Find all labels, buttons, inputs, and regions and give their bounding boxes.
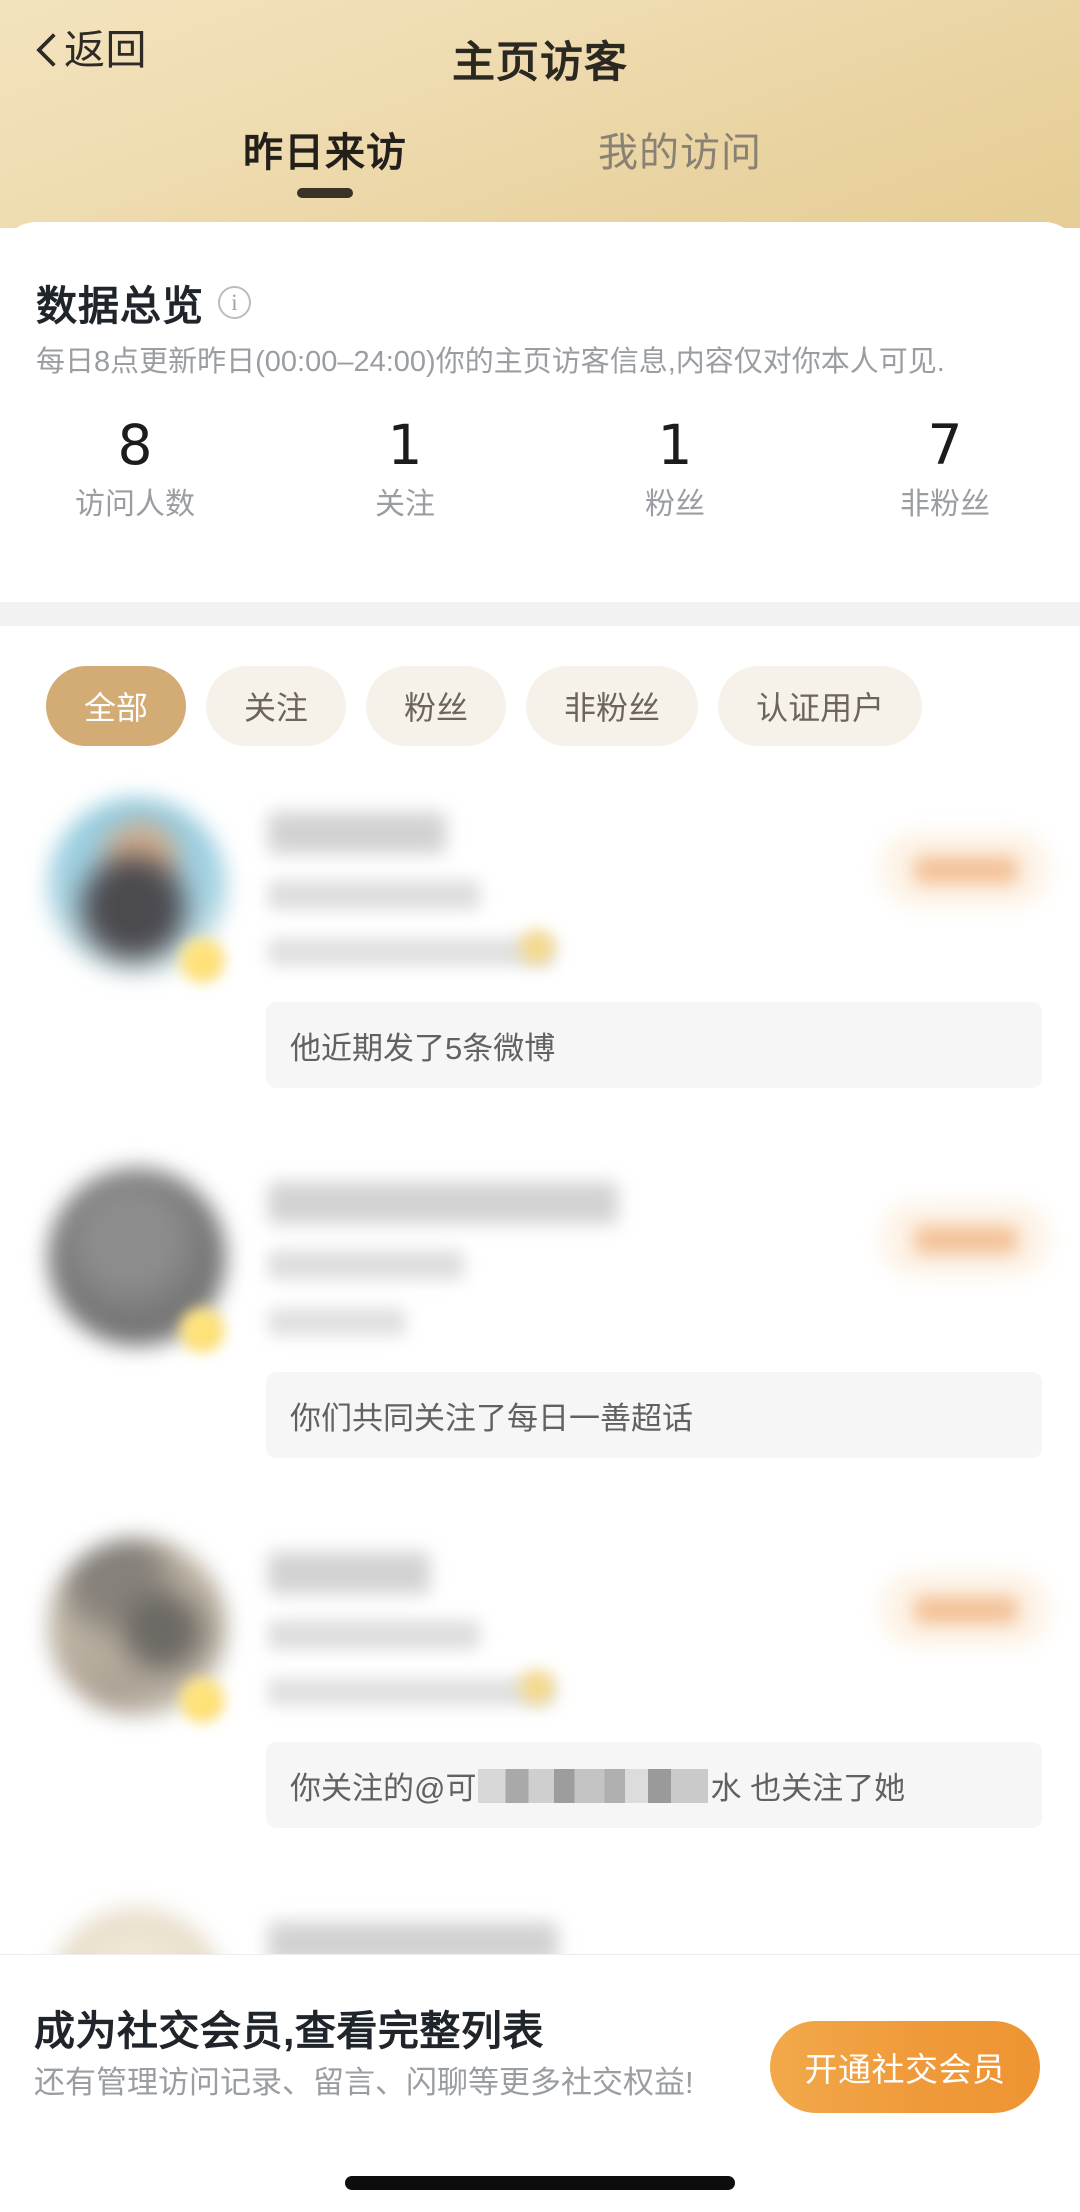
filter-chip-row: 全部 关注 粉丝 非粉丝 认证用户 xyxy=(0,650,1080,762)
visitor-list-item[interactable]: 你们共同关注了每日一善超话 xyxy=(0,1140,1080,1510)
tab-bar: 昨日来访 我的访问 xyxy=(0,128,1080,228)
stat-item[interactable]: 1 关注 xyxy=(270,412,540,526)
chip-label: 关注 xyxy=(244,690,309,726)
relation-note[interactable]: 你们共同关注了每日一善超话 xyxy=(266,1372,1042,1458)
overview-header: 数据总览 i xyxy=(36,272,251,332)
filter-chip-fans[interactable]: 粉丝 xyxy=(366,666,507,746)
relation-text: 你们共同关注了每日一善超话 xyxy=(290,1400,693,1436)
stats-row: 8 访问人数 1 关注 1 粉丝 7 非粉丝 xyxy=(0,412,1080,526)
tab-yesterday-visits[interactable]: 昨日来访 xyxy=(200,128,450,198)
chip-label: 认证用户 xyxy=(756,690,885,726)
data-overview-card: 数据总览 i 每日8点更新昨日(00:00–24:00)你的主页访客信息,内容仅… xyxy=(0,222,1080,602)
redaction-mosaic xyxy=(478,1769,709,1803)
visitor-meta-redacted xyxy=(268,1678,554,1706)
home-indicator xyxy=(345,2176,735,2190)
stat-item[interactable]: 7 非粉丝 xyxy=(810,412,1080,526)
relation-text: 你关注的@可 水 也关注了她 xyxy=(290,1763,905,1808)
visitor-name-redacted xyxy=(268,1182,618,1224)
visitor-meta-redacted xyxy=(268,1308,406,1336)
follow-button[interactable] xyxy=(878,1200,1052,1278)
visitor-subtitle-redacted xyxy=(268,1250,464,1280)
nav-bar: 返回 主页访客 xyxy=(0,0,1080,118)
page-title: 主页访客 xyxy=(452,39,628,87)
filter-chip-verified[interactable]: 认证用户 xyxy=(718,666,923,746)
header-banner: 返回 主页访客 昨日来访 我的访问 xyxy=(0,0,1080,228)
follow-button[interactable] xyxy=(878,830,1052,908)
chip-label: 非粉丝 xyxy=(564,690,661,726)
homepage-visitors-screen: 返回 主页访客 昨日来访 我的访问 数据总览 i 每日8点更新昨日(00:00–… xyxy=(0,0,1080,2212)
filter-chip-all[interactable]: 全部 xyxy=(46,666,187,746)
visitor-name-redacted xyxy=(268,812,446,854)
overview-description: 每日8点更新昨日(00:00–24:00)你的主页访客信息,内容仅对你本人可见. xyxy=(36,346,945,378)
cta-button-label: 开通社交会员 xyxy=(804,2051,1006,2088)
tab-label: 昨日来访 xyxy=(243,131,407,175)
chip-label: 粉丝 xyxy=(404,690,469,726)
stat-label: 关注 xyxy=(375,488,435,521)
relation-note[interactable]: 他近期发了5条微博 xyxy=(266,1002,1042,1088)
visitor-list-item[interactable]: 他近期发了5条微博 xyxy=(0,770,1080,1140)
verified-badge-icon xyxy=(180,1308,224,1352)
section-divider xyxy=(0,602,1080,626)
relation-text-suffix: 水 也关注了她 xyxy=(710,1770,906,1806)
visitor-name-redacted xyxy=(268,1552,430,1594)
visitor-list[interactable]: 他近期发了5条微博 你们共同关注了每日一善超话 你关注的@可 水 也关注了她 xyxy=(0,770,1080,1970)
stat-item[interactable]: 1 粉丝 xyxy=(540,412,810,526)
verified-badge-icon xyxy=(180,1678,224,1722)
overview-title: 数据总览 xyxy=(36,283,204,329)
tab-label: 我的访问 xyxy=(598,131,762,175)
stat-label: 访问人数 xyxy=(75,488,195,521)
visitor-subtitle-redacted xyxy=(268,880,480,910)
stat-item[interactable]: 8 访问人数 xyxy=(0,412,270,526)
stat-label: 粉丝 xyxy=(645,488,705,521)
relation-text-prefix: 你关注的@可 xyxy=(290,1770,477,1806)
filter-chip-non-fans[interactable]: 非粉丝 xyxy=(526,666,699,746)
open-membership-button[interactable]: 开通社交会员 xyxy=(770,2021,1040,2113)
chip-label: 全部 xyxy=(84,690,149,726)
visitor-list-item[interactable]: 你关注的@可 水 也关注了她 xyxy=(0,1510,1080,1880)
filter-chip-following[interactable]: 关注 xyxy=(206,666,347,746)
info-circle-icon[interactable]: i xyxy=(218,285,251,319)
follow-button[interactable] xyxy=(878,1570,1052,1648)
membership-cta-banner: 成为社交会员,查看完整列表 还有管理访问记录、留言、闪聊等更多社交权益! 开通社… xyxy=(0,1954,1080,2212)
stat-value: 1 xyxy=(387,413,423,477)
stat-value: 8 xyxy=(117,413,153,477)
stat-value: 7 xyxy=(927,413,963,477)
verified-badge-icon xyxy=(180,938,224,982)
cta-title: 成为社交会员,查看完整列表 xyxy=(34,2008,544,2054)
meta-badge-icon xyxy=(520,1670,554,1704)
visitor-subtitle-redacted xyxy=(268,1620,480,1650)
relation-note[interactable]: 你关注的@可 水 也关注了她 xyxy=(266,1742,1042,1828)
tab-active-indicator xyxy=(297,188,353,198)
cta-subtitle: 还有管理访问记录、留言、闪聊等更多社交权益! xyxy=(34,2065,694,2100)
tab-my-visits[interactable]: 我的访问 xyxy=(555,128,805,178)
stat-value: 1 xyxy=(657,413,693,477)
stat-label: 非粉丝 xyxy=(900,488,990,521)
visitor-meta-redacted xyxy=(268,938,554,966)
meta-badge-icon xyxy=(520,930,554,964)
relation-text: 他近期发了5条微博 xyxy=(290,1030,556,1066)
